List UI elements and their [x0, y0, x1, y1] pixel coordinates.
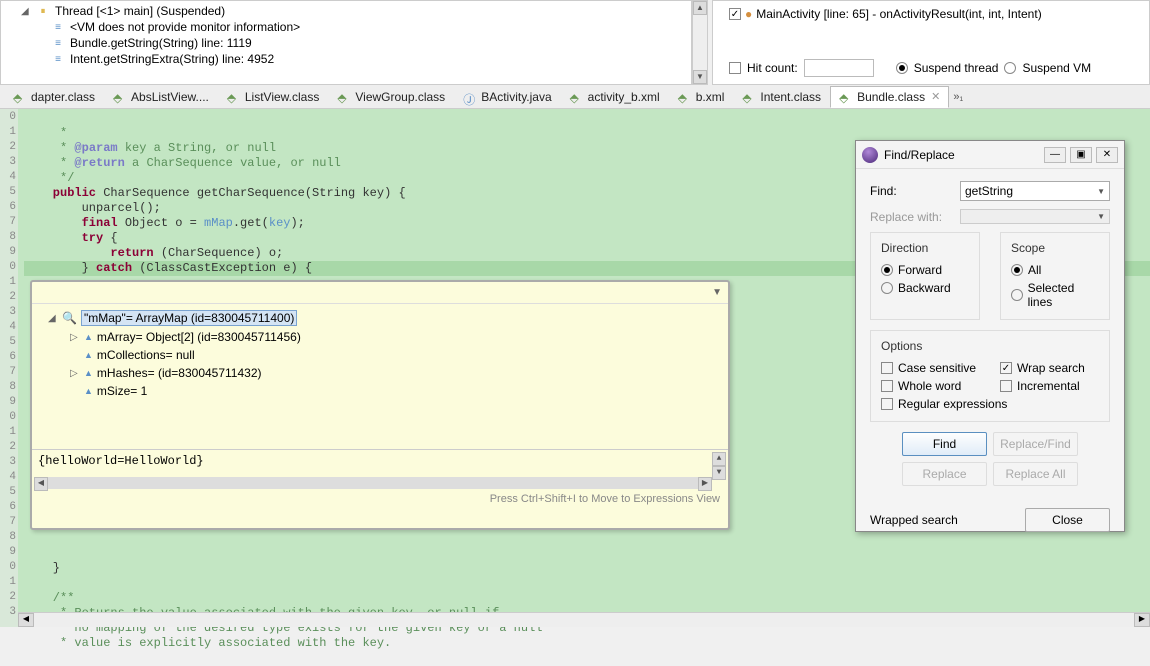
- forward-radio[interactable]: [881, 264, 893, 276]
- class-file-icon: ⬘: [227, 91, 241, 103]
- inspect-tree[interactable]: ◢ 🔍 "mMap"= ArrayMap (id=830045711400) ▷…: [32, 304, 728, 449]
- selected-lines-radio[interactable]: [1011, 289, 1023, 301]
- scroll-left-icon[interactable]: ◀: [18, 613, 34, 627]
- direction-heading: Direction: [881, 241, 969, 255]
- inspect-hint: Press Ctrl+Shift+I to Move to Expression…: [32, 489, 728, 509]
- expand-icon[interactable]: ◢: [48, 313, 58, 324]
- debug-scrollbar[interactable]: ▲ ▼: [692, 0, 708, 85]
- scroll-down-icon[interactable]: ▼: [693, 70, 707, 84]
- all-radio[interactable]: [1011, 264, 1023, 276]
- stack-frame[interactable]: ≡ Bundle.getString(String) line: 1119: [1, 35, 691, 51]
- inspect-detail: {helloWorld=HelloWorld} ▲▼ ◀▶: [32, 449, 728, 489]
- suspend-vm-radio[interactable]: [1004, 62, 1016, 74]
- class-file-icon: ⬘: [13, 91, 27, 103]
- breakpoint-panel: ● MainActivity [line: 65] - onActivityRe…: [712, 0, 1150, 85]
- thread-row[interactable]: ◢ ⏸ Thread [<1> main] (Suspended): [1, 3, 691, 19]
- class-file-icon: ⬘: [742, 91, 756, 103]
- close-button[interactable]: Close: [1025, 508, 1110, 532]
- java-file-icon: Ⓙ: [463, 91, 477, 103]
- xml-file-icon: ⬘: [678, 91, 692, 103]
- chevron-down-icon: ▼: [1097, 187, 1105, 196]
- tab-viewgroup[interactable]: ⬘ViewGroup.class: [328, 86, 454, 108]
- stack-frame-icon: ≡: [51, 53, 65, 65]
- hitcount-input[interactable]: [804, 59, 874, 77]
- replace-find-button: Replace/Find: [993, 432, 1078, 456]
- tab-b-xml[interactable]: ⬘b.xml: [669, 86, 734, 108]
- backward-radio[interactable]: [881, 282, 893, 294]
- tab-listview[interactable]: ⬘ListView.class: [218, 86, 328, 108]
- hitcount-label: Hit count:: [747, 61, 798, 75]
- tabs-overflow[interactable]: »₁: [953, 91, 963, 103]
- find-replace-dialog: Find/Replace — ▣ ✕ Find: getString▼ Repl…: [855, 140, 1125, 532]
- whole-word-checkbox[interactable]: [881, 380, 893, 392]
- eclipse-icon: [862, 147, 878, 163]
- field-icon: ▲: [84, 368, 93, 378]
- stack-frame[interactable]: ≡ Intent.getStringExtra(String) line: 49…: [1, 51, 691, 67]
- line-gutter: 0123456789012345678901234567890123: [0, 109, 18, 627]
- wrap-checkbox[interactable]: [1000, 362, 1012, 374]
- field-icon: ▲: [84, 350, 93, 360]
- debug-stack-panel: ◢ ⏸ Thread [<1> main] (Suspended) ≡ <VM …: [0, 0, 692, 85]
- breakpoint-checkbox[interactable]: [729, 8, 741, 20]
- detail-scrollbar[interactable]: ▲▼: [712, 452, 726, 475]
- tab-dapter[interactable]: ⬘dapter.class: [4, 86, 104, 108]
- tab-intent[interactable]: ⬘Intent.class: [733, 86, 830, 108]
- tab-bactivity[interactable]: ⒿBActivity.java: [454, 86, 560, 108]
- xml-file-icon: ⬘: [570, 91, 584, 103]
- scroll-right-icon[interactable]: ▶: [1134, 613, 1150, 627]
- regex-checkbox[interactable]: [881, 398, 893, 410]
- editor-tabs: ⬘dapter.class ⬘AbsListView.... ⬘ListView…: [0, 85, 1150, 109]
- tab-abslistview[interactable]: ⬘AbsListView....: [104, 86, 218, 108]
- replace-button: Replace: [902, 462, 987, 486]
- incremental-checkbox[interactable]: [1000, 380, 1012, 392]
- breakpoint-icon: ●: [745, 7, 752, 21]
- hitcount-checkbox[interactable]: [729, 62, 741, 74]
- tab-bundle[interactable]: ⬘Bundle.class✕: [830, 86, 949, 108]
- inspect-popup: ▼ ◢ 🔍 "mMap"= ArrayMap (id=830045711400)…: [30, 280, 730, 530]
- dialog-title: Find/Replace: [884, 148, 955, 162]
- tab-activity-b-xml[interactable]: ⬘activity_b.xml: [561, 86, 669, 108]
- thread-label: Thread [<1> main] (Suspended): [55, 4, 225, 18]
- case-checkbox[interactable]: [881, 362, 893, 374]
- inspect-root[interactable]: "mMap"= ArrayMap (id=830045711400): [81, 310, 297, 326]
- stack-frame-icon: ≡: [51, 37, 65, 49]
- close-button[interactable]: ✕: [1096, 147, 1118, 163]
- chevron-down-icon[interactable]: ▼: [712, 287, 722, 298]
- minimize-button[interactable]: —: [1044, 147, 1066, 163]
- replace-input: ▼: [960, 209, 1110, 224]
- field-icon: ▲: [84, 332, 93, 342]
- find-button[interactable]: Find: [902, 432, 987, 456]
- stack-frame-icon: ≡: [51, 21, 65, 33]
- breakpoint-item[interactable]: ● MainActivity [line: 65] - onActivityRe…: [717, 5, 1145, 23]
- options-heading: Options: [881, 339, 1099, 353]
- find-input[interactable]: getString▼: [960, 181, 1110, 201]
- chevron-down-icon: ▼: [1097, 212, 1105, 221]
- expand-icon[interactable]: ▷: [70, 368, 80, 379]
- close-icon[interactable]: ✕: [931, 90, 940, 103]
- class-file-icon: ⬘: [113, 91, 127, 103]
- scope-heading: Scope: [1011, 241, 1099, 255]
- maximize-button[interactable]: ▣: [1070, 147, 1092, 163]
- expand-icon[interactable]: ▷: [70, 332, 80, 343]
- horizontal-scrollbar[interactable]: ◀ ▶: [18, 612, 1150, 627]
- stack-frame[interactable]: ≡ <VM does not provide monitor informati…: [1, 19, 691, 35]
- replace-all-button: Replace All: [993, 462, 1078, 486]
- find-label: Find:: [870, 184, 960, 198]
- class-file-icon: ⬘: [337, 91, 351, 103]
- thread-icon: ⏸: [36, 5, 50, 17]
- field-icon: ▲: [84, 386, 93, 396]
- find-status: Wrapped search: [870, 513, 958, 527]
- expand-icon[interactable]: ◢: [21, 6, 31, 17]
- suspend-thread-radio[interactable]: [896, 62, 908, 74]
- replace-label: Replace with:: [870, 210, 960, 224]
- class-file-icon: ⬘: [839, 91, 853, 103]
- scroll-up-icon[interactable]: ▲: [693, 1, 707, 15]
- search-icon: 🔍: [62, 311, 77, 325]
